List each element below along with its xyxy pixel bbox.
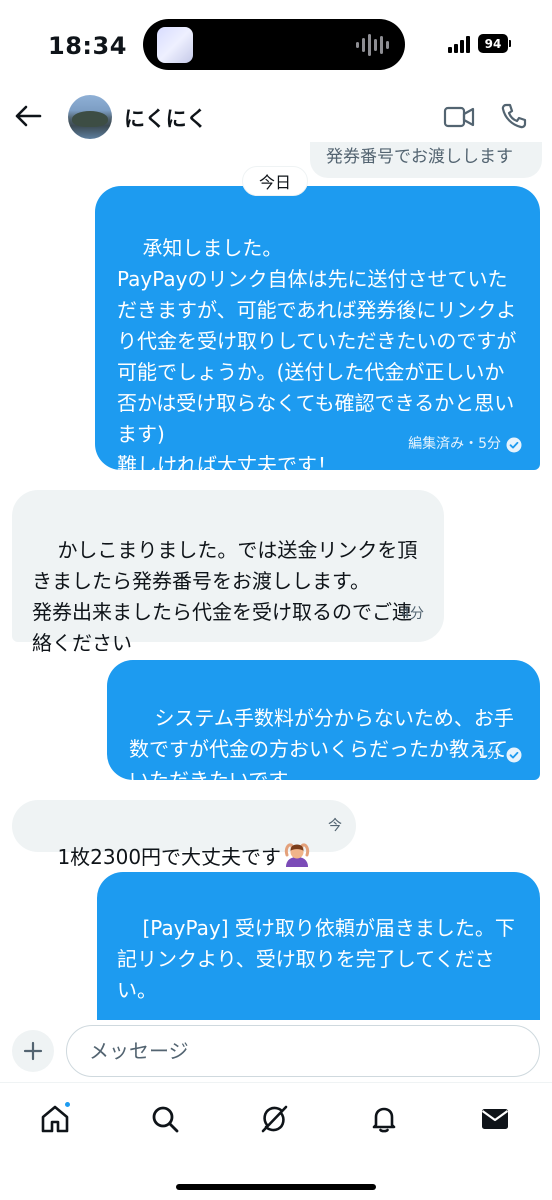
- message-text: 1枚2300円で大丈夫です: [57, 845, 282, 869]
- grok-icon: [261, 1105, 288, 1133]
- date-divider: 今日: [242, 166, 308, 196]
- add-media-button[interactable]: [12, 1030, 54, 1072]
- message-meta: 4分: [401, 599, 424, 630]
- message-timestamp: 1分: [478, 746, 501, 762]
- plus-icon: [23, 1041, 43, 1061]
- tab-search[interactable]: [143, 1097, 187, 1141]
- tab-home[interactable]: [33, 1097, 77, 1141]
- contact-name[interactable]: にくにく: [124, 103, 207, 133]
- person-gesturing-ok-emoji: [284, 843, 310, 867]
- phone-call-icon: [501, 103, 527, 129]
- tab-grok[interactable]: [252, 1097, 296, 1141]
- read-receipt-icon: [506, 747, 522, 762]
- message-bubble[interactable]: システム手数料が分からないため、お手数ですが代金の方おいくらだったか教えていただ…: [107, 660, 540, 792]
- mail-icon: [481, 1109, 509, 1129]
- message-meta: 今: [328, 811, 342, 842]
- message-meta: 1分: [478, 739, 522, 770]
- message-bubble[interactable]: かしこまりました。では送金リンクを頂きましたら発券番号をお渡しします。 発券出来…: [12, 490, 444, 655]
- message-timestamp: 今: [328, 818, 342, 834]
- read-receipt-icon: [506, 437, 522, 452]
- tab-messages[interactable]: [473, 1097, 517, 1141]
- message-list[interactable]: 発券番号でお渡しします 今日 承知しました。 PayPayのリンク自体は先に送付…: [0, 0, 552, 1020]
- notification-dot: [63, 1100, 72, 1109]
- phone-call-button[interactable]: [500, 102, 528, 130]
- home-indicator: [176, 1184, 376, 1190]
- message-text: [PayPay] 受け取り依頼が届きました。下記リンクより、受け取りを完了してく…: [117, 916, 515, 1002]
- message-input[interactable]: [66, 1025, 540, 1077]
- video-call-icon: [443, 106, 475, 128]
- message-bubble[interactable]: 1枚2300円で大丈夫です 今: [12, 800, 356, 869]
- message-text: かしこまりました。では送金リンクを頂きましたら発券番号をお渡しします。 発券出来…: [32, 538, 418, 655]
- bell-icon: [372, 1107, 396, 1133]
- message-timestamp: 4分: [401, 606, 424, 622]
- search-icon: [152, 1106, 179, 1133]
- contact-avatar[interactable]: [68, 95, 112, 139]
- message-meta: 編集済み・5分: [408, 429, 522, 460]
- message-bubble[interactable]: [PayPay] 受け取り依頼が届きました。下記リンクより、受け取りを完了してく…: [97, 872, 540, 1020]
- video-call-button[interactable]: [443, 104, 475, 130]
- bottom-tab-bar: [0, 1082, 552, 1200]
- message-text: システム手数料が分からないため、お手数ですが代金の方おいくらだったか教えていただ…: [129, 706, 514, 792]
- message-composer: [0, 1020, 552, 1082]
- back-button[interactable]: [14, 98, 44, 134]
- tab-notifications[interactable]: [362, 1097, 406, 1141]
- message-timestamp: 編集済み・5分: [408, 436, 501, 452]
- back-arrow-icon: [15, 105, 42, 127]
- conversation-header: にくにく: [0, 90, 552, 142]
- message-bubble[interactable]: 承知しました。 PayPayのリンク自体は先に送付させていただきますが、可能であ…: [95, 186, 540, 477]
